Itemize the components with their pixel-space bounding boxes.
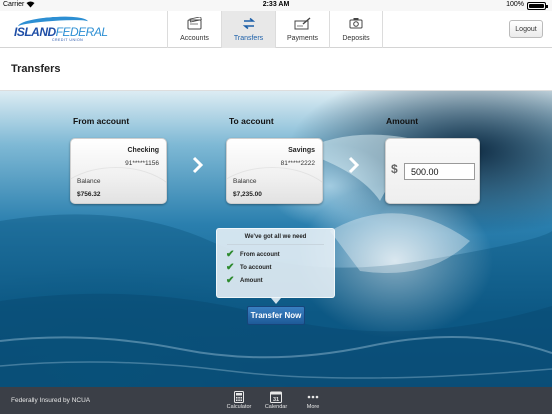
tab-payments[interactable]: Payments: [275, 11, 329, 48]
main-nav-tabs: Accounts Transfers Payments Deposits: [167, 11, 383, 48]
transfer-arrows-icon: [222, 16, 275, 30]
to-account-number: 81*****2222: [280, 160, 315, 167]
amount-card: $ 500.00: [385, 138, 480, 204]
checklist-heading: We've got all we need: [244, 234, 307, 240]
checkmark-icon: ✔: [226, 262, 235, 273]
logout-button[interactable]: Logout: [509, 20, 543, 38]
tab-transfers-label: Transfers: [233, 35, 264, 42]
tab-accounts-label: Accounts: [180, 35, 209, 42]
tab-accounts[interactable]: Accounts: [167, 11, 221, 48]
check-pen-icon: [276, 16, 329, 30]
more-dots-icon: [296, 390, 330, 403]
calendar-icon: 31: [259, 390, 293, 403]
to-account-type: Savings: [288, 147, 315, 154]
checkmark-icon: ✔: [226, 275, 235, 286]
calculator-button[interactable]: Calculator: [222, 388, 256, 414]
logo-wordmark: ISLANDFEDERAL: [14, 25, 108, 39]
camera-icon: [330, 16, 382, 30]
checklist-item: ✔ From account: [226, 249, 280, 260]
to-account-label: To account: [229, 116, 274, 126]
currency-symbol: $: [391, 162, 398, 176]
battery-icon: [527, 2, 548, 10]
checkmark-icon: ✔: [226, 249, 235, 260]
tab-deposits[interactable]: Deposits: [329, 11, 383, 48]
calculator-label: Calculator: [226, 404, 252, 410]
to-balance-value: $7,235.00: [233, 191, 262, 198]
to-account-card[interactable]: Savings 81*****2222 Balance $7,235.00: [226, 138, 323, 204]
logo-tagline: CREDIT UNION: [52, 38, 84, 42]
more-label: More: [306, 404, 320, 410]
from-account-label: From account: [73, 116, 130, 126]
ncua-notice: Federally Insured by NCUA: [11, 397, 91, 404]
from-account-card[interactable]: Checking 91*****1156 Balance $756.32: [70, 138, 167, 204]
to-balance-label: Balance: [233, 178, 257, 185]
chevron-right-icon: [192, 156, 204, 174]
amount-label: Amount: [386, 116, 419, 126]
callout-pointer: [271, 298, 281, 304]
clock: 2:33 AM: [262, 1, 290, 8]
amount-input[interactable]: 500.00: [404, 163, 475, 180]
chevron-right-icon: [348, 156, 360, 174]
page-header: Transfers: [0, 49, 552, 91]
page-title: Transfers: [11, 63, 61, 75]
app-header: ISLANDFEDERAL CREDIT UNION Accounts Tran…: [0, 11, 552, 48]
calendar-button[interactable]: 31 Calendar: [259, 388, 293, 414]
tab-payments-label: Payments: [286, 35, 319, 42]
divider: [227, 244, 324, 245]
wallet-icon: [168, 16, 221, 30]
from-account-type: Checking: [127, 147, 159, 154]
from-balance-value: $756.32: [77, 191, 101, 198]
tab-deposits-label: Deposits: [342, 35, 370, 42]
tab-transfers[interactable]: Transfers: [221, 11, 275, 48]
transfer-checklist: We've got all we need ✔ From account ✔ T…: [216, 228, 335, 304]
calendar-label: Calendar: [264, 404, 288, 410]
from-balance-label: Balance: [77, 178, 101, 185]
island-federal-logo: ISLANDFEDERAL CREDIT UNION: [12, 14, 108, 43]
footer-bar: Federally Insured by NCUA Calculator 31 …: [0, 387, 552, 414]
status-bar: Carrier 2:33 AM 100%: [0, 0, 552, 11]
more-button[interactable]: More: [296, 388, 330, 414]
transfer-panel: From account To account Amount Checking …: [0, 91, 552, 387]
svg-text:31: 31: [273, 397, 279, 403]
transfer-now-button[interactable]: Transfer Now: [247, 306, 305, 325]
calculator-icon: [222, 390, 256, 403]
checklist-item: ✔ To account: [226, 262, 272, 273]
battery-percentage: 100%: [506, 1, 524, 8]
from-account-number: 91*****1156: [125, 160, 159, 167]
checklist-item: ✔ Amount: [226, 275, 263, 286]
